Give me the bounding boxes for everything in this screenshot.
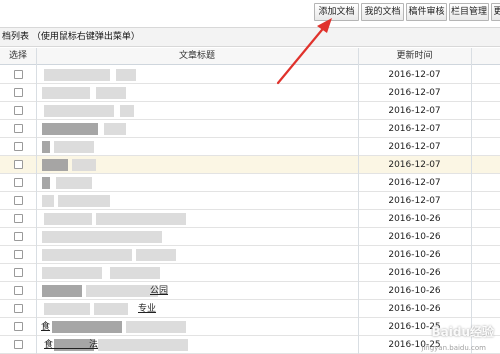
redacted-title	[58, 195, 110, 207]
redacted-title	[44, 213, 92, 225]
redacted-title	[136, 249, 176, 261]
table-row[interactable]: 2016-12-07	[0, 174, 500, 192]
row-updated-date: 2016-12-07	[388, 70, 441, 80]
table-row[interactable]: 专业 2016-10-26	[0, 300, 500, 318]
row-title[interactable]: 公园	[150, 282, 168, 300]
table-row[interactable]: 公园 2016-10-26	[0, 282, 500, 300]
row-checkbox[interactable]	[14, 160, 23, 169]
redacted-title	[94, 303, 128, 315]
watermark: Baidu经验	[431, 325, 495, 339]
redacted-title	[98, 339, 188, 351]
redacted-title	[42, 87, 90, 99]
redacted-title	[42, 249, 132, 261]
row-updated-date: 2016-12-07	[388, 178, 441, 188]
redacted-title	[42, 177, 50, 189]
column-divider	[36, 48, 37, 354]
column-divider	[471, 48, 472, 354]
redacted-title	[96, 87, 126, 99]
row-checkbox[interactable]	[14, 250, 23, 259]
redacted-title	[42, 195, 54, 207]
row-checkbox[interactable]	[14, 88, 23, 97]
my-documents-button[interactable]: 我的文档	[361, 3, 404, 21]
redacted-title	[44, 69, 110, 81]
table-row[interactable]: 2016-12-07	[0, 66, 500, 84]
row-updated-date: 2016-10-26	[388, 304, 441, 314]
redacted-title	[104, 123, 126, 135]
column-management-button[interactable]: 栏目管理	[449, 3, 489, 21]
row-checkbox[interactable]	[14, 196, 23, 205]
row-updated-date: 2016-12-07	[388, 124, 441, 134]
row-updated-date: 2016-10-26	[388, 232, 441, 242]
redacted-title	[96, 213, 186, 225]
redacted-title	[44, 105, 114, 117]
redacted-title	[54, 141, 94, 153]
table-row[interactable]: 2016-12-07	[0, 120, 500, 138]
row-checkbox[interactable]	[14, 322, 23, 331]
row-checkbox[interactable]	[14, 124, 23, 133]
redacted-title	[42, 285, 82, 297]
manuscript-review-button[interactable]: 稿件审核	[406, 3, 447, 21]
column-header-title: 文章标题	[178, 51, 215, 61]
table-row[interactable]: 2016-12-07	[0, 156, 500, 174]
table-row[interactable]: 2016-10-26	[0, 246, 500, 264]
column-divider	[358, 48, 359, 354]
table-row[interactable]: 2016-10-26	[0, 228, 500, 246]
row-checkbox[interactable]	[14, 106, 23, 115]
row-checkbox[interactable]	[14, 268, 23, 277]
table-header: 选择 文章标题 更新时间	[0, 48, 500, 65]
redacted-title	[42, 231, 162, 243]
row-checkbox[interactable]	[14, 232, 23, 241]
redacted-title	[42, 267, 102, 279]
table-row[interactable]: 2016-12-07	[0, 102, 500, 120]
watermark-url: jingyan.baidu.com	[421, 344, 486, 352]
table-row[interactable]: 2016-10-26	[0, 210, 500, 228]
row-updated-date: 2016-12-07	[388, 88, 441, 98]
row-checkbox[interactable]	[14, 214, 23, 223]
row-title[interactable]: 食	[41, 318, 50, 336]
redacted-title	[110, 267, 160, 279]
row-checkbox[interactable]	[14, 70, 23, 79]
redacted-title	[56, 177, 92, 189]
row-checkbox[interactable]	[14, 340, 23, 349]
table-row[interactable]: 食 2016-10-25	[0, 318, 500, 336]
row-updated-date: 2016-10-26	[388, 268, 441, 278]
toolbar: 添加文档 我的文档 稿件审核 栏目管理 更	[0, 0, 500, 26]
column-header-updated: 更新时间	[396, 51, 433, 61]
add-document-button[interactable]: 添加文档	[314, 3, 359, 21]
redacted-title	[72, 159, 96, 171]
row-title[interactable]: 食 法	[44, 336, 98, 354]
redacted-title	[42, 159, 68, 171]
row-updated-date: 2016-12-07	[388, 160, 441, 170]
row-checkbox[interactable]	[14, 286, 23, 295]
row-updated-date: 2016-10-26	[388, 250, 441, 260]
more-button[interactable]: 更	[491, 3, 500, 21]
row-updated-date: 2016-12-07	[388, 196, 441, 206]
row-updated-date: 2016-12-07	[388, 106, 441, 116]
row-updated-date: 2016-10-26	[388, 286, 441, 296]
table-row[interactable]: 2016-12-07	[0, 192, 500, 210]
row-checkbox[interactable]	[14, 304, 23, 313]
table-row[interactable]: 2016-12-07	[0, 138, 500, 156]
redacted-title	[44, 303, 90, 315]
row-updated-date: 2016-10-26	[388, 214, 441, 224]
column-header-select: 选择	[8, 51, 27, 61]
table-row[interactable]: 2016-12-07	[0, 84, 500, 102]
redacted-title	[42, 141, 50, 153]
redacted-title	[120, 105, 134, 117]
row-checkbox[interactable]	[14, 178, 23, 187]
table-row[interactable]: 2016-10-26	[0, 264, 500, 282]
row-title[interactable]: 专业	[138, 300, 156, 318]
redacted-title	[52, 321, 122, 333]
redacted-title	[42, 123, 98, 135]
redacted-title	[116, 69, 136, 81]
row-checkbox[interactable]	[14, 142, 23, 151]
redacted-title	[86, 285, 158, 297]
list-heading: 档列表 （使用鼠标右键弹出菜单）	[0, 27, 500, 47]
redacted-title	[126, 321, 186, 333]
row-updated-date: 2016-12-07	[388, 142, 441, 152]
